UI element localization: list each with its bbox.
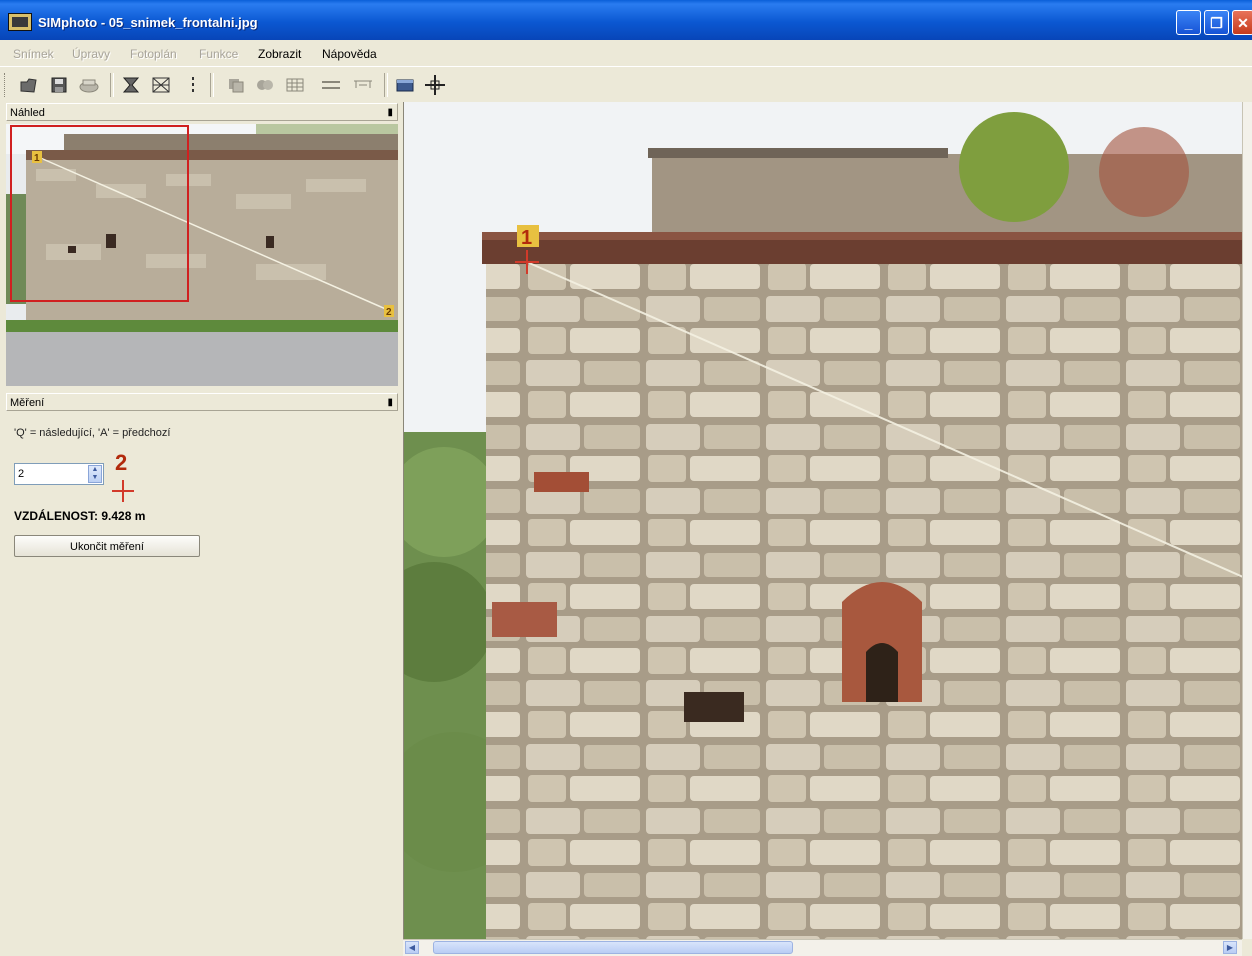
horizontal-scrollbar[interactable]: ◀ ▶ xyxy=(403,939,1242,956)
distance-readout: VZDÁLENOST: 9.428 m xyxy=(14,509,146,523)
layers-icon[interactable] xyxy=(225,74,247,96)
menu-napoveda[interactable]: Nápověda xyxy=(322,47,377,61)
scroll-left-icon[interactable]: ◀ xyxy=(405,941,419,954)
current-point-label: 2 xyxy=(115,450,128,475)
measure-panel-title: Měření xyxy=(10,397,45,409)
toolbar-grip[interactable] xyxy=(4,73,8,97)
end-measurement-button[interactable]: Ukončit měření xyxy=(14,535,200,557)
pin-icon[interactable]: ▮ xyxy=(387,394,393,412)
close-button[interactable]: ✕ xyxy=(1232,10,1252,35)
menu-fotoplan[interactable]: Fotoplán xyxy=(130,47,177,61)
app-icon xyxy=(8,13,32,31)
menu-bar: Snímek Úpravy Fotoplán Funkce Zobrazit N… xyxy=(0,40,1252,66)
point-number-input[interactable] xyxy=(18,465,88,483)
menu-zobrazit[interactable]: Zobrazit xyxy=(258,47,301,61)
image-icon[interactable] xyxy=(394,74,416,96)
preview-point-1-label: 1 xyxy=(34,153,40,164)
measure-hint: 'Q' = následující, 'A' = předchozí xyxy=(14,427,171,439)
print-icon[interactable] xyxy=(78,74,100,96)
menu-upravy[interactable]: Úpravy xyxy=(72,47,110,61)
mosaic-icon[interactable] xyxy=(254,74,276,96)
maximize-button[interactable]: ❐ xyxy=(1204,10,1229,35)
menu-funkce[interactable]: Funkce xyxy=(199,47,238,61)
menu-snimek[interactable]: Snímek xyxy=(13,47,54,61)
spinner-arrows-icon[interactable]: ▲ ▼ xyxy=(88,465,102,483)
point-crosshair-icon xyxy=(112,480,134,502)
title-bar: SIMphoto - 05_snimek_frontalni.jpg _ ❐ ✕ xyxy=(0,0,1252,40)
save-icon[interactable] xyxy=(48,74,70,96)
grid-icon[interactable] xyxy=(284,74,306,96)
vertical-scrollbar[interactable] xyxy=(1242,102,1252,939)
toolbar xyxy=(0,66,1252,104)
scroll-right-icon[interactable]: ▶ xyxy=(1223,941,1237,954)
preview-thumbnail[interactable]: 1 2 xyxy=(6,124,398,386)
scale-icon[interactable] xyxy=(352,74,374,96)
horizontal-lines-icon[interactable] xyxy=(320,74,342,96)
vertical-line-icon[interactable] xyxy=(182,74,204,96)
preview-panel-header: Náhled ▮ xyxy=(6,103,398,121)
main-point-1-label: 1 xyxy=(521,227,532,249)
point-spinner[interactable]: ▲▼ xyxy=(14,463,104,485)
preview-panel-title: Náhled xyxy=(10,107,45,119)
rectify-icon[interactable] xyxy=(120,74,142,96)
horizontal-scroll-thumb[interactable] xyxy=(433,941,793,954)
transform-icon[interactable] xyxy=(150,74,172,96)
preview-point-2-label: 2 xyxy=(386,307,392,318)
main-image-view[interactable]: 1 xyxy=(403,102,1243,939)
measure-panel-header: Měření ▮ xyxy=(6,393,398,411)
window-title: SIMphoto - 05_snimek_frontalni.jpg xyxy=(38,15,258,30)
open-icon[interactable] xyxy=(18,74,40,96)
minimize-button[interactable]: _ xyxy=(1176,10,1201,35)
crosshair-icon[interactable] xyxy=(424,74,446,96)
pin-icon[interactable]: ▮ xyxy=(387,104,393,122)
